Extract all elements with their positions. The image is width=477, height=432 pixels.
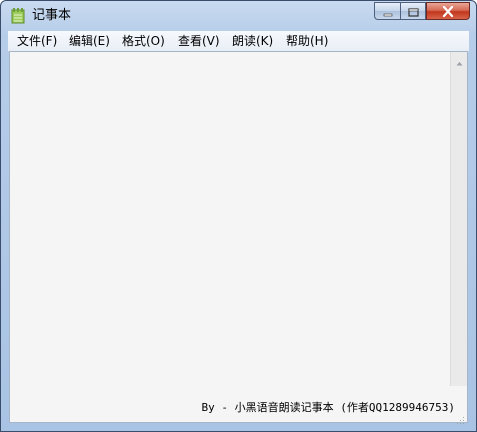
resize-grip-icon[interactable] xyxy=(455,410,465,424)
notepad-window: 记事本 文件(F) 编辑(E) 格式(O) 查看(V) 朗读(K) 帮助(H) … xyxy=(0,0,477,432)
title-bar[interactable]: 记事本 xyxy=(1,1,476,31)
status-text: By - 小黑语音朗读记事本 (作者QQ1289946753) xyxy=(201,401,455,414)
menu-view[interactable]: 查看(V) xyxy=(178,33,220,49)
notepad-icon xyxy=(11,8,25,24)
minimize-button[interactable] xyxy=(374,2,400,20)
menu-edit[interactable]: 编辑(E) xyxy=(69,33,110,49)
text-editor[interactable]: By - 小黑语音朗读记事本 (作者QQ1289946753) xyxy=(9,51,468,424)
scroll-up-button[interactable] xyxy=(451,52,467,69)
scroll-up-arrow-icon xyxy=(456,51,463,70)
menu-help[interactable]: 帮助(H) xyxy=(286,33,328,49)
vertical-scrollbar[interactable] xyxy=(450,52,467,386)
menu-bar: 文件(F) 编辑(E) 格式(O) 查看(V) 朗读(K) 帮助(H) xyxy=(8,31,469,52)
window-title: 记事本 xyxy=(32,8,72,23)
close-button[interactable] xyxy=(426,2,470,20)
close-icon xyxy=(442,2,454,21)
menu-file[interactable]: 文件(F) xyxy=(17,33,57,49)
caption-buttons xyxy=(374,2,470,21)
maximize-button[interactable] xyxy=(400,2,426,20)
menu-format[interactable]: 格式(O) xyxy=(122,33,165,49)
minimize-icon xyxy=(383,2,393,21)
status-bar: By - 小黑语音朗读记事本 (作者QQ1289946753) xyxy=(10,386,467,422)
maximize-icon xyxy=(407,2,419,21)
menu-read[interactable]: 朗读(K) xyxy=(232,33,273,49)
